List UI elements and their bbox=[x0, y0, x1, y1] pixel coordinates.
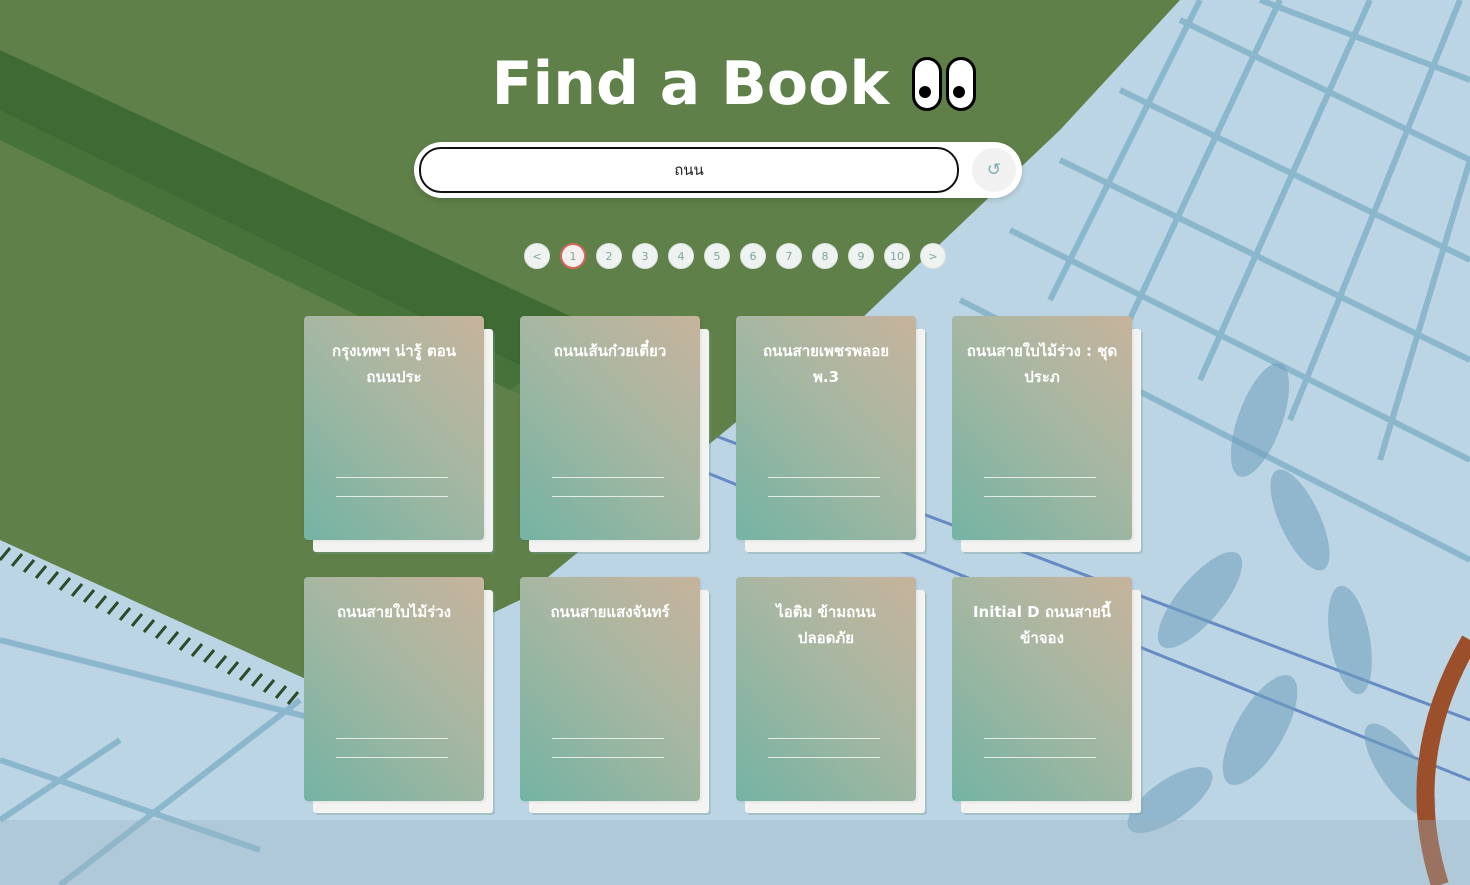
book-title: กรุงเทพฯ น่ารู้ ตอน ถนนประ bbox=[332, 342, 456, 386]
book-cover: กรุงเทพฯ น่ารู้ ตอน ถนนประ bbox=[304, 316, 484, 540]
book-cover: ถนนสายแสงจันทร์ bbox=[520, 577, 700, 801]
search-input[interactable] bbox=[419, 147, 959, 193]
page-button-5[interactable]: 5 bbox=[704, 243, 730, 269]
page-button-1[interactable]: 1 bbox=[560, 243, 586, 269]
book-card[interactable]: ถนนสายใบไม้ร่วง : ชุดประภ bbox=[952, 316, 1142, 552]
page-button-4[interactable]: 4 bbox=[668, 243, 694, 269]
book-title: ถนนเส้นก๋วยเตี๋ยว bbox=[553, 342, 667, 360]
refresh-button[interactable]: ↺ bbox=[972, 148, 1016, 192]
book-cover: ถนนสายเพชรพลอย พ.3 bbox=[736, 316, 916, 540]
page-header: Find a Book bbox=[0, 44, 1470, 124]
pagination: < 1 2 3 4 5 6 7 8 9 10 > bbox=[0, 243, 1470, 269]
book-cover: Initial D ถนนสายนี้ข้าจอง bbox=[952, 577, 1132, 801]
book-title: ถนนสายใบไม้ร่วง : ชุดประภ bbox=[966, 342, 1118, 386]
right-eye bbox=[946, 57, 977, 111]
refresh-icon: ↺ bbox=[986, 160, 1002, 180]
book-card[interactable]: ถนนสายใบไม้ร่วง bbox=[304, 577, 494, 813]
book-cover: ถนนสายใบไม้ร่วง : ชุดประภ bbox=[952, 316, 1132, 540]
book-title: ไอติม ข้ามถนนปลอดภัย bbox=[776, 603, 876, 647]
book-title: ถนนสายแสงจันทร์ bbox=[550, 603, 670, 621]
page-title: Find a Book bbox=[491, 49, 890, 119]
book-title: ถนนสายใบไม้ร่วง bbox=[336, 603, 452, 621]
eyes-icon bbox=[912, 57, 978, 115]
page-button-8[interactable]: 8 bbox=[812, 243, 838, 269]
book-title: Initial D ถนนสายนี้ข้าจอง bbox=[972, 603, 1112, 647]
prev-page-button[interactable]: < bbox=[524, 243, 550, 269]
book-card[interactable]: ไอติม ข้ามถนนปลอดภัย bbox=[736, 577, 926, 813]
page-button-7[interactable]: 7 bbox=[776, 243, 802, 269]
background-illustration bbox=[0, 0, 1470, 885]
book-cover: ไอติม ข้ามถนนปลอดภัย bbox=[736, 577, 916, 801]
page-button-9[interactable]: 9 bbox=[848, 243, 874, 269]
page-button-3[interactable]: 3 bbox=[632, 243, 658, 269]
search-bar: ↺ bbox=[414, 142, 1022, 198]
book-title: ถนนสายเพชรพลอย พ.3 bbox=[762, 342, 890, 386]
next-page-button[interactable]: > bbox=[920, 243, 946, 269]
page-button-2[interactable]: 2 bbox=[596, 243, 622, 269]
book-cover: ถนนเส้นก๋วยเตี๋ยว bbox=[520, 316, 700, 540]
book-cover: ถนนสายใบไม้ร่วง bbox=[304, 577, 484, 801]
book-card[interactable]: ถนนสายเพชรพลอย พ.3 bbox=[736, 316, 926, 552]
left-eye bbox=[912, 57, 943, 111]
book-card[interactable]: ถนนเส้นก๋วยเตี๋ยว bbox=[520, 316, 710, 552]
book-card[interactable]: กรุงเทพฯ น่ารู้ ตอน ถนนประ bbox=[304, 316, 494, 552]
page-button-10[interactable]: 10 bbox=[884, 243, 910, 269]
page-button-6[interactable]: 6 bbox=[740, 243, 766, 269]
book-card[interactable]: Initial D ถนนสายนี้ข้าจอง bbox=[952, 577, 1142, 813]
book-card[interactable]: ถนนสายแสงจันทร์ bbox=[520, 577, 710, 813]
